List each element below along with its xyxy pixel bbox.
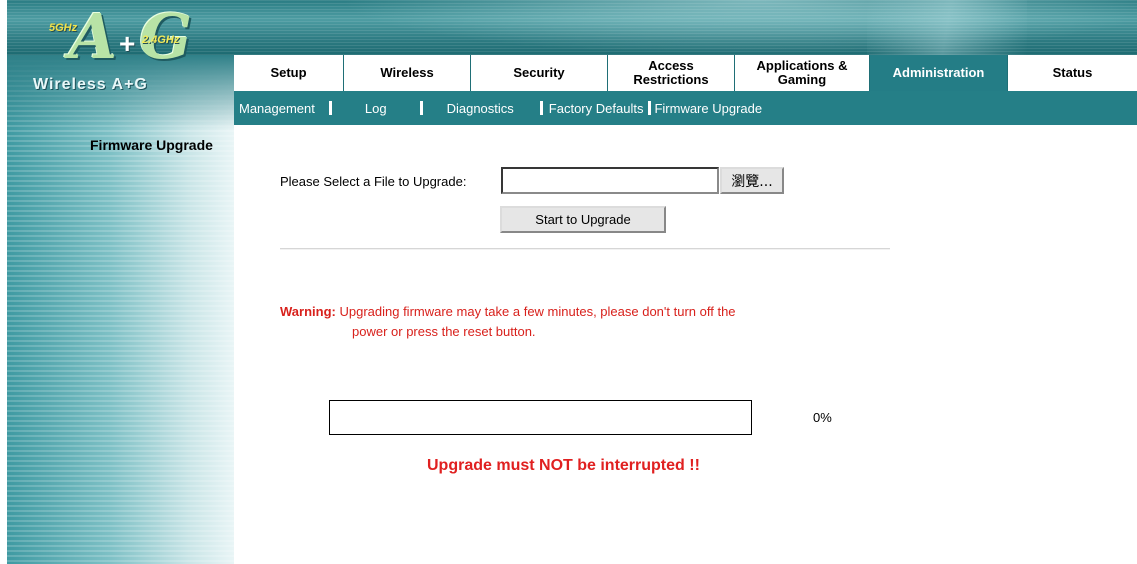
- start-upgrade-button[interactable]: Start to Upgrade: [500, 206, 666, 233]
- left-sidebar: [7, 55, 234, 564]
- file-select-label: Please Select a File to Upgrade:: [280, 174, 467, 189]
- sidebar-stripes: [7, 55, 234, 564]
- subtab-diagnostics[interactable]: Diagnostics: [447, 101, 514, 116]
- subtab-log[interactable]: Log: [365, 101, 387, 116]
- warning-label: Warning:: [280, 304, 336, 319]
- subtab-separator: [328, 101, 332, 115]
- progress-bar: [329, 400, 752, 435]
- sub-nav: Management Log Diagnostics Factory Defau…: [234, 91, 1137, 125]
- file-path-input[interactable]: [501, 167, 719, 194]
- tab-applications-gaming[interactable]: Applications & Gaming: [735, 55, 870, 91]
- tab-wireless[interactable]: Wireless: [344, 55, 471, 91]
- progress-percent: 0%: [813, 410, 832, 425]
- tab-security[interactable]: Security: [471, 55, 608, 91]
- brand-logo: AG 5GHz + 2.4GHz Wireless A+G: [7, 0, 234, 125]
- browse-button[interactable]: 瀏覽...: [720, 167, 784, 194]
- warning-message: Warning: Upgrading firmware may take a f…: [280, 302, 880, 342]
- tab-access-restrictions[interactable]: Access Restrictions: [608, 55, 735, 91]
- page-title: Firmware Upgrade: [90, 137, 213, 153]
- product-name: Wireless A+G: [33, 76, 148, 93]
- router-admin-frame: AG 5GHz + 2.4GHz Wireless A+G Setup Wire…: [7, 0, 1137, 564]
- warning-text-line1: Upgrading firmware may take a few minute…: [339, 304, 736, 319]
- subtab-management[interactable]: Management: [239, 101, 315, 116]
- subtab-firmware-upgrade[interactable]: Firmware Upgrade: [654, 101, 762, 116]
- logo-24ghz-label: 2.4GHz: [142, 34, 180, 46]
- subtab-separator: [539, 101, 543, 115]
- interrupt-warning: Upgrade must NOT be interrupted !!: [427, 457, 700, 474]
- logo-5ghz-label: 5GHz: [49, 22, 78, 34]
- main-nav: Setup Wireless Security Access Restrictio…: [234, 55, 1137, 91]
- subtab-separator: [648, 101, 652, 115]
- tab-setup[interactable]: Setup: [234, 55, 344, 91]
- tab-administration[interactable]: Administration: [870, 55, 1008, 91]
- warning-text-line2: power or press the reset button.: [352, 324, 536, 339]
- divider: [280, 248, 890, 250]
- logo-plus: +: [119, 28, 136, 59]
- subtab-separator: [419, 101, 423, 115]
- tab-status[interactable]: Status: [1008, 55, 1137, 91]
- subtab-factory-defaults[interactable]: Factory Defaults: [549, 101, 644, 116]
